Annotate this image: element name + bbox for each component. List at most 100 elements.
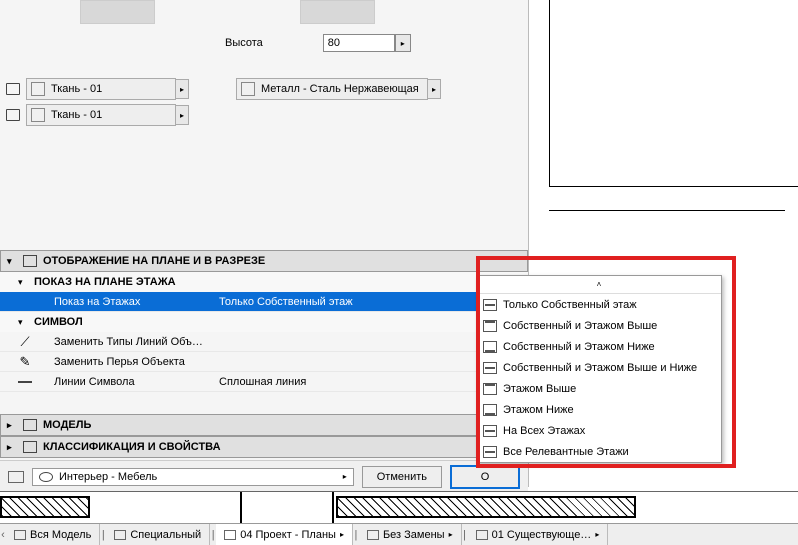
- tab-project-plans[interactable]: 04 Проект - Планы ▸: [216, 524, 353, 545]
- pen-icon: ✎: [20, 354, 31, 370]
- floor-display-dropdown: ˄ Только Собственный этаж Собственный и …: [476, 275, 722, 463]
- layer-icon: [8, 471, 24, 483]
- material-label: Ткань - 01: [51, 109, 171, 121]
- story-icon: [483, 299, 497, 311]
- material-swatch-icon: [241, 82, 255, 96]
- section-header-model[interactable]: ▸ МОДЕЛЬ: [0, 414, 528, 436]
- dropdown-item-label: Собственный и Этажом Выше и Ниже: [503, 362, 697, 374]
- tab-label: 01 Существующе…: [492, 529, 592, 541]
- material-dropdown-arrow[interactable]: ▸: [427, 79, 441, 99]
- tab-existing[interactable]: 01 Существующе… ▸: [468, 524, 609, 545]
- dropdown-item-own-only[interactable]: Только Собственный этаж: [477, 294, 721, 315]
- print-icon: [6, 109, 20, 121]
- tab-label: Специальный: [130, 529, 201, 541]
- material-swatch-icon: [31, 82, 45, 96]
- view-tabs-bar: ‹ Вся Модель | Специальный | 04 Проект -…: [0, 523, 798, 545]
- height-row: Высота ▸: [225, 34, 411, 52]
- prop-row-replace-pens[interactable]: ✎ Заменить Перья Объекта: [0, 352, 528, 372]
- material-row-metal: Металл - Сталь Нержавеющая ▸: [236, 78, 441, 100]
- dropdown-item-all[interactable]: На Всех Этажах: [477, 420, 721, 441]
- drawing-line: [549, 186, 798, 187]
- tab-icon: [476, 530, 488, 540]
- chevron-right-icon: ▸: [449, 530, 453, 539]
- material-row-fabric1: Ткань - 01 ▸: [6, 78, 189, 100]
- height-label: Высота: [225, 37, 263, 49]
- prop-value: Только Собственный этаж: [215, 296, 478, 308]
- list-icon: [23, 441, 37, 453]
- dropdown-item-below[interactable]: Этажом Ниже: [477, 399, 721, 420]
- tab-no-replace[interactable]: Без Замены ▸: [359, 524, 462, 545]
- drawing-line: [549, 210, 785, 211]
- tab-special[interactable]: Специальный: [106, 524, 210, 545]
- preview-box-2: [300, 0, 375, 24]
- section-sub-title: СИМВОЛ: [34, 316, 83, 328]
- dropdown-scroll-up[interactable]: ˄: [477, 276, 721, 294]
- dropdown-item-own-above-below[interactable]: Собственный и Этажом Выше и Ниже: [477, 357, 721, 378]
- story-icon: [483, 341, 497, 353]
- material-dropdown-arrow[interactable]: ▸: [175, 105, 189, 125]
- collapse-arrow-icon: ▸: [7, 420, 17, 431]
- section-header-display[interactable]: ▾ ОТОБРАЖЕНИЕ НА ПЛАНЕ И В РАЗРЕЗЕ: [0, 250, 528, 272]
- line-icon: [18, 381, 32, 383]
- tab-label: Вся Модель: [30, 529, 91, 541]
- drawing-line: [549, 0, 550, 187]
- section-display: ▾ ОТОБРАЖЕНИЕ НА ПЛАНЕ И В РАЗРЕЗЕ ▾ ПОК…: [0, 250, 528, 392]
- section-icon: [23, 255, 37, 267]
- material-dropdown-arrow[interactable]: ▸: [175, 79, 189, 99]
- dropdown-item-label: Все Релевантные Этажи: [503, 446, 629, 458]
- material-swatch-icon: [31, 108, 45, 122]
- collapse-arrow-icon: ▾: [7, 256, 17, 267]
- story-icon: [483, 362, 497, 374]
- material-chip-fabric1[interactable]: Ткань - 01: [26, 78, 176, 100]
- collapse-arrow-icon: ▾: [18, 317, 28, 328]
- collapse-arrow-icon: ▾: [18, 277, 28, 288]
- story-icon: [483, 404, 497, 416]
- prop-label: Заменить Перья Объекта: [50, 356, 215, 368]
- section-sub-symbol[interactable]: ▾ СИМВОЛ: [0, 312, 528, 332]
- material-row-fabric2: Ткань - 01 ▸: [6, 104, 189, 126]
- eye-icon: [39, 472, 53, 482]
- dropdown-item-label: Собственный и Этажом Ниже: [503, 341, 655, 353]
- section-header-class[interactable]: ▸ КЛАССИФИКАЦИЯ И СВОЙСТВА: [0, 436, 528, 458]
- ok-button[interactable]: О: [450, 465, 520, 489]
- properties-panel: Высота ▸ Ткань - 01 ▸ Ткань - 01 ▸ Метал…: [0, 0, 528, 545]
- prop-value: Сплошная линия: [215, 376, 478, 388]
- section-title: КЛАССИФИКАЦИЯ И СВОЙСТВА: [43, 441, 221, 453]
- chevron-up-icon: ˄: [597, 280, 602, 289]
- dropdown-item-label: Собственный и Этажом Выше: [503, 320, 657, 332]
- hatch-fill: [336, 496, 636, 518]
- layer-selector[interactable]: Интерьер - Мебель ▸: [32, 468, 354, 486]
- tab-all-model[interactable]: Вся Модель: [6, 524, 100, 545]
- section-class: ▸ КЛАССИФИКАЦИЯ И СВОЙСТВА: [0, 436, 528, 458]
- cancel-button[interactable]: Отменить: [362, 466, 442, 488]
- dropdown-item-own-and-below[interactable]: Собственный и Этажом Ниже: [477, 336, 721, 357]
- preview-box-1: [80, 0, 155, 24]
- cube-icon: [23, 419, 37, 431]
- material-label: Ткань - 01: [51, 83, 171, 95]
- dropdown-item-relevant[interactable]: Все Релевантные Этажи: [477, 441, 721, 462]
- line-type-icon: ⟋: [20, 334, 29, 350]
- story-icon: [483, 383, 497, 395]
- story-icon: [483, 425, 497, 437]
- hatch-fill: [0, 496, 90, 518]
- prop-row-show-on-floors[interactable]: Показ на Этажах Только Собственный этаж …: [0, 292, 528, 312]
- prop-row-replace-line-types[interactable]: ⟋ Заменить Типы Линий Объ…: [0, 332, 528, 352]
- story-icon: [483, 320, 497, 332]
- section-sub-floorplan[interactable]: ▾ ПОКАЗ НА ПЛАНЕ ЭТАЖА: [0, 272, 528, 292]
- dropdown-item-own-and-above[interactable]: Собственный и Этажом Выше: [477, 315, 721, 336]
- material-chip-metal[interactable]: Металл - Сталь Нержавеющая: [236, 78, 428, 100]
- layer-name: Интерьер - Мебель: [59, 471, 157, 483]
- dropdown-item-above[interactable]: Этажом Выше: [477, 378, 721, 399]
- section-preview-strip: [0, 491, 798, 523]
- dropdown-item-label: На Всех Этажах: [503, 425, 585, 437]
- tab-icon: [114, 530, 126, 540]
- prop-row-symbol-lines[interactable]: Линии Символа Сплошная линия ▸: [0, 372, 528, 392]
- tab-icon: [224, 530, 236, 540]
- material-label: Металл - Сталь Нержавеющая: [261, 83, 423, 95]
- height-stepper[interactable]: ▸: [395, 34, 411, 52]
- section-divider: [240, 492, 242, 523]
- prop-label: Показ на Этажах: [50, 296, 215, 308]
- section-model: ▸ МОДЕЛЬ: [0, 414, 528, 436]
- material-chip-fabric2[interactable]: Ткань - 01: [26, 104, 176, 126]
- height-input[interactable]: [323, 34, 395, 52]
